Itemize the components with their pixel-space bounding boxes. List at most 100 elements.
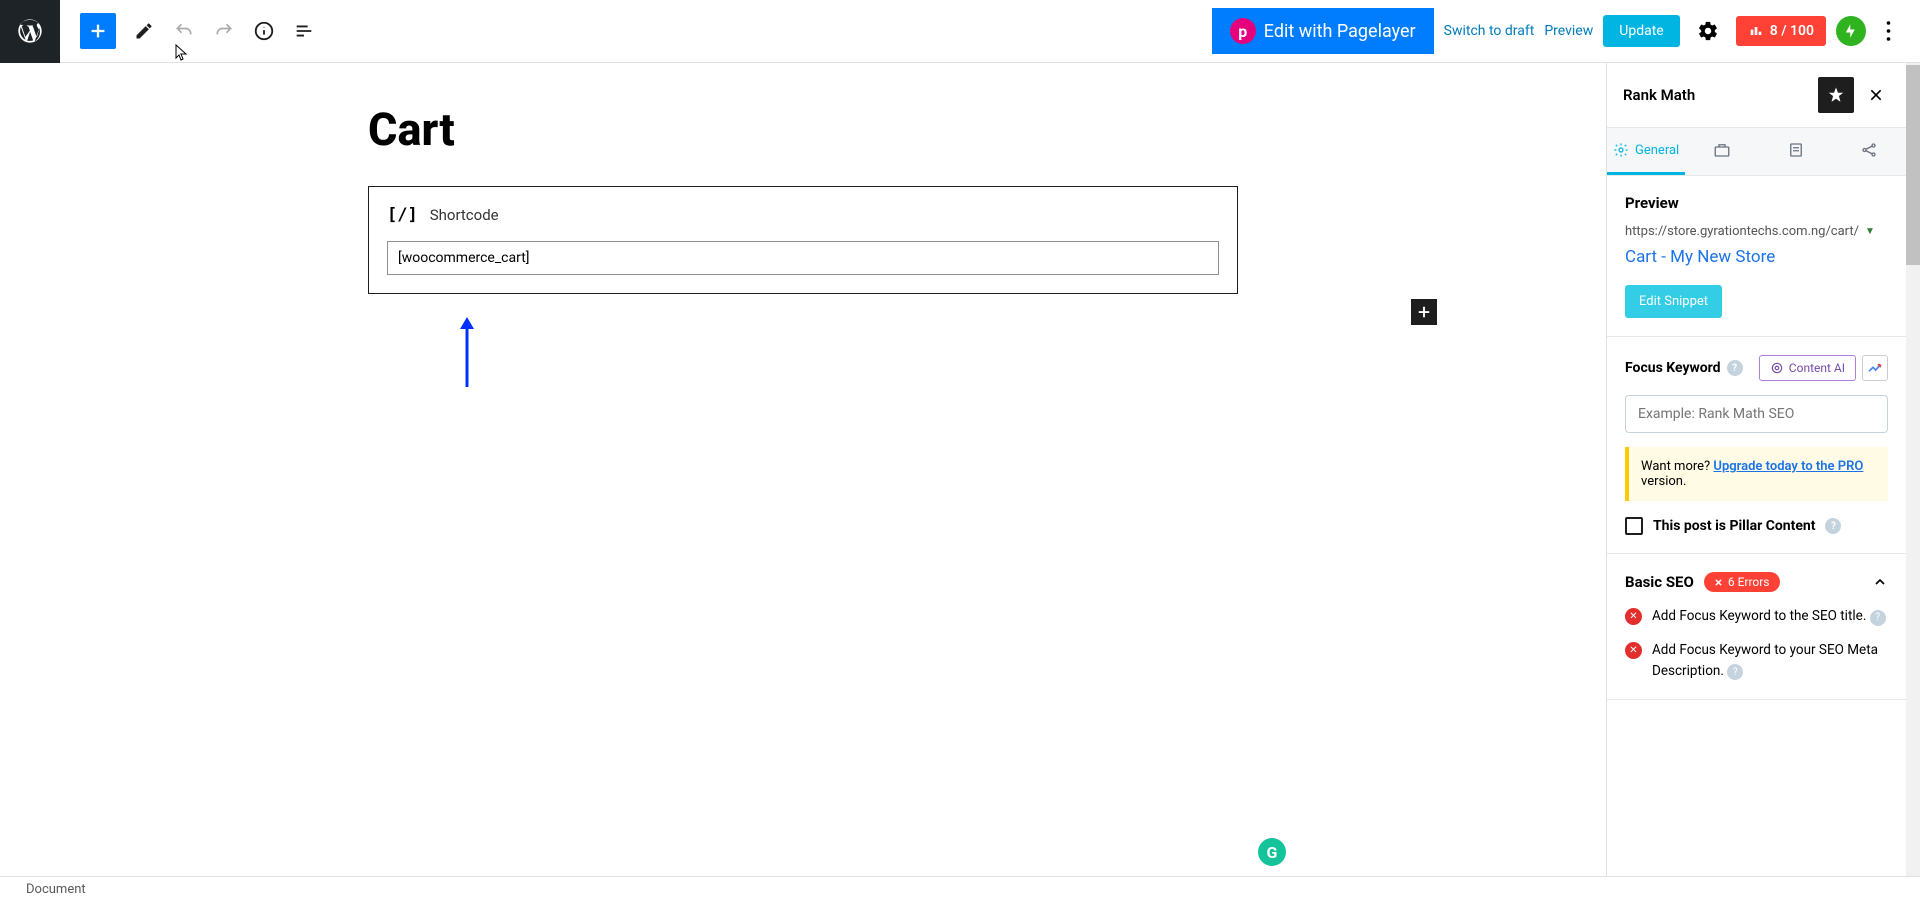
upgrade-link[interactable]: Upgrade today to the PRO bbox=[1713, 459, 1863, 474]
x-icon bbox=[1714, 578, 1723, 587]
upgrade-promo: Want more? Upgrade today to the PRO vers… bbox=[1625, 447, 1888, 501]
focus-keyword-input[interactable] bbox=[1625, 395, 1888, 433]
trends-icon bbox=[1867, 360, 1883, 376]
plus-icon bbox=[1415, 303, 1433, 321]
help-icon[interactable]: ? bbox=[1727, 664, 1743, 680]
shortcode-label: Shortcode bbox=[430, 206, 499, 224]
seo-error-text: Add Focus Keyword to your SEO Meta Descr… bbox=[1652, 642, 1878, 678]
pin-sidebar-button[interactable] bbox=[1818, 77, 1854, 113]
close-sidebar-button[interactable] bbox=[1862, 81, 1890, 109]
list-icon bbox=[293, 20, 315, 42]
preview-url: https://store.gyrationtechs.com.ng/cart/ bbox=[1625, 224, 1859, 239]
editor-main: Cart [/] Shortcode G Rank Math bbox=[0, 63, 1920, 876]
pagelayer-icon: p bbox=[1230, 18, 1256, 44]
sidebar-scrollbar[interactable] bbox=[1906, 63, 1920, 876]
errors-count-badge: 6 Errors bbox=[1704, 572, 1780, 592]
jetpack-icon bbox=[1842, 22, 1860, 40]
edit-pagelayer-button[interactable]: p Edit with Pagelayer bbox=[1212, 8, 1434, 54]
plus-icon bbox=[87, 20, 109, 42]
basic-seo-header[interactable]: Basic SEO 6 Errors bbox=[1625, 572, 1888, 592]
more-options-button[interactable] bbox=[1876, 13, 1900, 49]
editor-topbar: p Edit with Pagelayer Switch to draft Pr… bbox=[0, 0, 1920, 63]
seo-score-text: 8 / 100 bbox=[1770, 23, 1814, 39]
redo-icon bbox=[214, 21, 234, 41]
ai-target-icon bbox=[1770, 361, 1784, 375]
switch-to-draft-button[interactable]: Switch to draft bbox=[1444, 23, 1535, 39]
annotation-arrow-icon bbox=[457, 317, 477, 387]
info-button[interactable] bbox=[252, 19, 276, 43]
kebab-icon bbox=[1886, 20, 1891, 42]
seo-error-item: ✕ Add Focus Keyword to your SEO Meta Des… bbox=[1625, 640, 1888, 681]
preview-section: Preview https://store.gyrationtechs.com.… bbox=[1607, 176, 1906, 337]
grammarly-badge[interactable]: G bbox=[1258, 838, 1286, 866]
jetpack-button[interactable] bbox=[1836, 16, 1866, 46]
pillar-checkbox[interactable] bbox=[1625, 517, 1643, 535]
focus-keyword-section: Focus Keyword ? Content AI Want more? Up… bbox=[1607, 337, 1906, 554]
seo-error-text: Add Focus Keyword to the SEO title. bbox=[1652, 608, 1866, 624]
wordpress-icon bbox=[16, 17, 44, 45]
rankmath-icon bbox=[1748, 23, 1764, 39]
close-icon bbox=[1868, 87, 1884, 103]
preview-button[interactable]: Preview bbox=[1544, 23, 1593, 39]
sidebar-tabs: General bbox=[1607, 128, 1906, 176]
preview-url-row: https://store.gyrationtechs.com.ng/cart/… bbox=[1625, 224, 1888, 239]
append-block-button[interactable] bbox=[1411, 299, 1437, 325]
redo-button bbox=[212, 19, 236, 43]
toolbar-right: p Edit with Pagelayer Switch to draft Pr… bbox=[1212, 8, 1920, 54]
shortcode-input[interactable] bbox=[387, 241, 1219, 275]
toolbar-left bbox=[60, 13, 316, 49]
undo-icon bbox=[174, 21, 194, 41]
pencil-icon bbox=[134, 21, 154, 41]
rankmath-sidebar: Rank Math General Preview bbox=[1606, 63, 1906, 876]
info-icon bbox=[253, 20, 275, 42]
basic-seo-section: Basic SEO 6 Errors ✕ Add Focus Keyword t… bbox=[1607, 554, 1906, 700]
error-icon: ✕ bbox=[1625, 608, 1642, 625]
share-icon bbox=[1860, 141, 1878, 159]
tab-social[interactable] bbox=[1832, 128, 1906, 175]
editor-canvas: Cart [/] Shortcode bbox=[368, 103, 1238, 294]
content-ai-button[interactable]: Content AI bbox=[1759, 355, 1856, 381]
add-block-toggle[interactable] bbox=[80, 13, 116, 49]
tab-schema[interactable] bbox=[1759, 128, 1833, 175]
focus-keyword-label: Focus Keyword ? bbox=[1625, 360, 1743, 376]
help-icon[interactable]: ? bbox=[1727, 360, 1743, 376]
edit-snippet-button[interactable]: Edit Snippet bbox=[1625, 285, 1722, 318]
seo-error-item: ✕ Add Focus Keyword to the SEO title. ? bbox=[1625, 606, 1888, 626]
sidebar-header: Rank Math bbox=[1607, 63, 1906, 128]
settings-button[interactable] bbox=[1690, 13, 1726, 49]
edit-tool-button[interactable] bbox=[132, 19, 156, 43]
page-title[interactable]: Cart bbox=[368, 103, 1238, 156]
trends-button[interactable] bbox=[1862, 355, 1888, 381]
editor-footer: Document bbox=[0, 876, 1920, 902]
gear-icon bbox=[1697, 20, 1719, 42]
pillar-label: This post is Pillar Content bbox=[1653, 518, 1815, 534]
chevron-up-icon bbox=[1872, 574, 1888, 590]
tab-advanced[interactable] bbox=[1685, 128, 1759, 175]
shortcode-icon: [/] bbox=[387, 205, 418, 225]
preview-heading: Preview bbox=[1625, 194, 1888, 212]
pagelayer-label: Edit with Pagelayer bbox=[1264, 21, 1416, 42]
star-icon bbox=[1827, 86, 1845, 104]
pillar-content-row: This post is Pillar Content ? bbox=[1625, 517, 1888, 535]
tab-general-label: General bbox=[1635, 143, 1679, 158]
outline-button[interactable] bbox=[292, 19, 316, 43]
breadcrumb[interactable]: Document bbox=[26, 882, 86, 897]
seo-score-badge[interactable]: 8 / 100 bbox=[1736, 16, 1826, 46]
schema-icon bbox=[1787, 141, 1805, 159]
error-icon: ✕ bbox=[1625, 642, 1642, 659]
shortcode-block[interactable]: [/] Shortcode bbox=[368, 186, 1238, 294]
editor-canvas-area: Cart [/] Shortcode G bbox=[0, 63, 1606, 876]
focus-keyword-header: Focus Keyword ? Content AI bbox=[1625, 355, 1888, 381]
update-button[interactable]: Update bbox=[1603, 15, 1679, 47]
caret-down-icon[interactable]: ▼ bbox=[1865, 226, 1875, 237]
help-icon[interactable]: ? bbox=[1870, 610, 1886, 626]
tab-general[interactable]: General bbox=[1607, 128, 1685, 175]
help-icon[interactable]: ? bbox=[1825, 518, 1841, 534]
undo-button bbox=[172, 19, 196, 43]
basic-seo-heading: Basic SEO bbox=[1625, 573, 1694, 591]
preview-title-link[interactable]: Cart - My New Store bbox=[1625, 247, 1888, 267]
wordpress-logo[interactable] bbox=[0, 0, 60, 63]
briefcase-icon bbox=[1713, 141, 1731, 159]
sidebar-title: Rank Math bbox=[1623, 86, 1810, 104]
gear-outline-icon bbox=[1613, 142, 1629, 158]
